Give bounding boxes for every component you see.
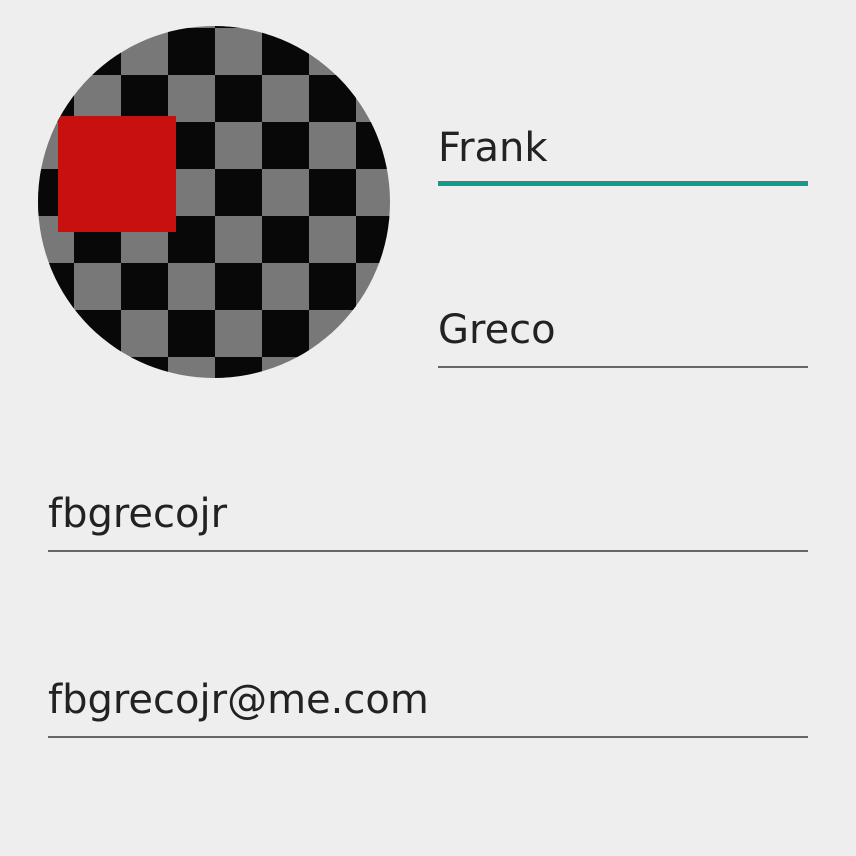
first-name-field[interactable]: Frank <box>438 116 808 186</box>
first-name-underline <box>438 181 808 186</box>
avatar-image-icon <box>38 26 390 378</box>
last-name-value: Greco <box>438 307 556 353</box>
last-name-underline <box>438 366 808 368</box>
email-field[interactable]: fbgrecojr@me.com <box>48 668 808 738</box>
username-underline <box>48 550 808 552</box>
username-field[interactable]: fbgrecojr <box>48 482 808 552</box>
last-name-field[interactable]: Greco <box>438 298 808 368</box>
profile-edit-screen: Frank Greco fbgrecojr fbgrecojr@me.com <box>0 0 856 856</box>
profile-avatar[interactable] <box>38 26 390 378</box>
first-name-value: Frank <box>438 125 548 171</box>
email-underline <box>48 736 808 738</box>
email-value: fbgrecojr@me.com <box>48 677 429 723</box>
username-value: fbgrecojr <box>48 491 228 537</box>
